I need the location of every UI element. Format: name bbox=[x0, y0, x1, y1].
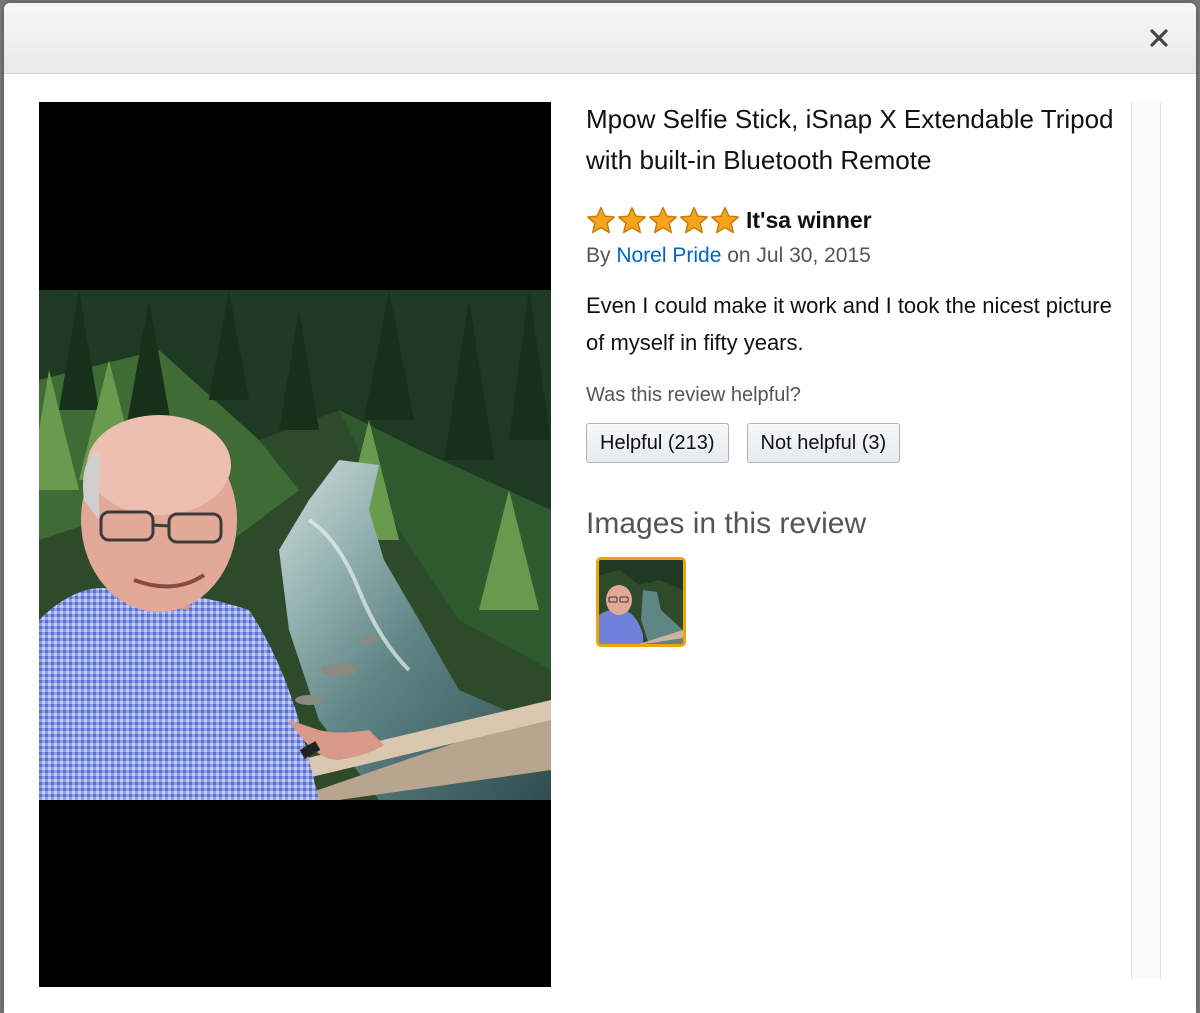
helpful-button[interactable]: Helpful (213) bbox=[586, 423, 729, 463]
review-byline: By Norel Pride on Jul 30, 2015 bbox=[586, 241, 1131, 271]
review-image-thumbnail[interactable] bbox=[596, 557, 686, 647]
close-icon bbox=[1150, 29, 1168, 47]
byline-prefix: By bbox=[586, 244, 617, 267]
review-image-modal: Mpow Selfie Stick, iSnap X Extendable Tr… bbox=[4, 3, 1196, 1013]
star-icon bbox=[587, 206, 615, 233]
star-icon bbox=[680, 206, 708, 233]
review-date: on Jul 30, 2015 bbox=[721, 244, 871, 267]
star-icon bbox=[649, 206, 677, 233]
not-helpful-button[interactable]: Not helpful (3) bbox=[746, 423, 901, 463]
close-button[interactable] bbox=[1142, 21, 1176, 55]
product-title[interactable]: Mpow Selfie Stick, iSnap X Extendable Tr… bbox=[586, 99, 1131, 181]
helpful-question: Was this review helpful? bbox=[586, 384, 801, 406]
images-heading: Images in this review bbox=[586, 507, 867, 540]
rating-row: It'sa winner bbox=[586, 203, 1131, 237]
star-icon bbox=[711, 206, 739, 233]
vote-buttons: Helpful (213) Not helpful (3) bbox=[586, 423, 1131, 463]
modal-header bbox=[4, 3, 1196, 74]
vertical-scrollbar[interactable] bbox=[1131, 102, 1161, 979]
author-link[interactable]: Norel Pride bbox=[616, 244, 721, 267]
review-image-viewer bbox=[39, 102, 551, 987]
review-photo bbox=[39, 290, 551, 800]
star-rating bbox=[586, 206, 741, 235]
thumbnail-photo bbox=[599, 560, 683, 644]
star-icon bbox=[618, 206, 646, 233]
review-body: Even I could make it work and I took the… bbox=[586, 293, 1112, 355]
review-title: It'sa winner bbox=[746, 206, 872, 233]
review-details: Mpow Selfie Stick, iSnap X Extendable Tr… bbox=[586, 99, 1131, 647]
